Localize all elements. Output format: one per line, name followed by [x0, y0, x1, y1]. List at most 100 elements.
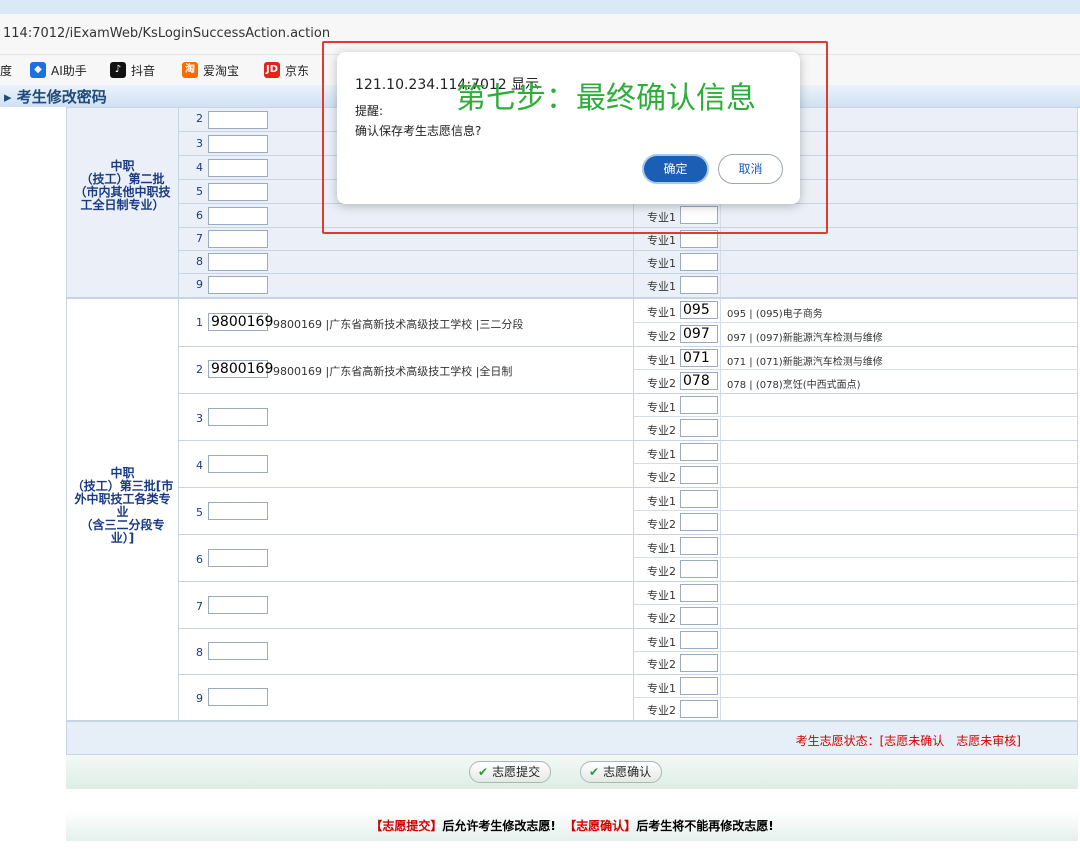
- school-code-input[interactable]: [208, 207, 268, 225]
- major-label: 专业1: [647, 542, 676, 555]
- divider: [720, 582, 721, 604]
- row-number: 6: [196, 553, 203, 566]
- school-code-input[interactable]: 9800169: [208, 313, 273, 331]
- divider: [720, 511, 721, 534]
- bookmark-douyin[interactable]: ♪ 抖音: [110, 61, 155, 79]
- major-code-input[interactable]: [680, 443, 718, 461]
- divider: [720, 464, 721, 487]
- left-gutter: [0, 107, 66, 862]
- major-code-input[interactable]: [680, 700, 718, 718]
- major-code-input[interactable]: [680, 253, 718, 271]
- school-code-input[interactable]: [208, 455, 268, 473]
- school-code-input[interactable]: [208, 642, 268, 660]
- major-code-input[interactable]: 097: [680, 325, 718, 343]
- row-number: 5: [196, 506, 203, 519]
- major-label: 专业2: [647, 518, 676, 531]
- major-code-input[interactable]: 078: [680, 372, 718, 390]
- note-submit-keyword: 【志愿提交】: [370, 819, 443, 833]
- major-code-input[interactable]: [680, 584, 718, 602]
- major-code-input[interactable]: [680, 631, 718, 649]
- school-code-input[interactable]: [208, 111, 268, 129]
- major-code-input[interactable]: 071: [680, 349, 718, 367]
- major-row: 专业2: [634, 698, 1078, 720]
- school-code-input[interactable]: [208, 159, 268, 177]
- page-title[interactable]: ▸ 考生修改密码: [4, 86, 107, 107]
- major-code-input[interactable]: [680, 607, 718, 625]
- school-code-input[interactable]: [208, 688, 268, 706]
- major-cell: 专业1 专业2: [633, 582, 1078, 628]
- major-desc: 095 | (095)电子商务: [727, 309, 823, 320]
- bookmark-ai-assistant[interactable]: ◆ AI助手: [30, 61, 87, 79]
- browser-top-strip: [0, 0, 1080, 14]
- major-label: 专业2: [647, 612, 676, 625]
- major-code-input[interactable]: [680, 560, 718, 578]
- major-label: 专业2: [647, 704, 676, 717]
- bookmark-jd[interactable]: JD 京东: [264, 61, 309, 79]
- major-row: 专业1: [634, 441, 1078, 464]
- major-cell: 专业1 专业2: [633, 441, 1078, 487]
- bookmark-label: AI助手: [51, 63, 87, 78]
- bookmark-aitaobao[interactable]: 淘 爱淘宝: [182, 61, 239, 79]
- school-code-input[interactable]: [208, 276, 268, 294]
- volunteer-status: 考生志愿状态：[志愿未确认 志愿未审核]: [795, 734, 1021, 748]
- major-label: 专业2: [647, 377, 676, 390]
- major-cell: 专业1: [633, 251, 1077, 273]
- table-row: 9 专业1: [179, 274, 1077, 297]
- table-row: 6 专业1 专业2: [179, 535, 1078, 582]
- check-icon: ✔: [478, 765, 489, 779]
- school-code-input[interactable]: [208, 230, 268, 248]
- major-code-input[interactable]: [680, 654, 718, 672]
- divider: [720, 605, 721, 628]
- major-label: 专业1: [647, 280, 676, 293]
- row-number: 2: [196, 112, 203, 125]
- major-code-input[interactable]: [680, 396, 718, 414]
- major-code-input[interactable]: [680, 419, 718, 437]
- row-number: 5: [196, 185, 203, 198]
- major-row: 专业2: [634, 652, 1078, 674]
- school-code-input[interactable]: [208, 135, 268, 153]
- ai-assistant-icon: ◆: [30, 62, 46, 78]
- table-row: 8 专业1: [179, 251, 1077, 274]
- note-confirm-text: 后考生将不能再修改志愿!: [636, 819, 774, 833]
- major-label: 专业1: [647, 354, 676, 367]
- major-code-input[interactable]: [680, 513, 718, 531]
- major-cell: 专业1: [633, 274, 1077, 297]
- school-code-input[interactable]: [208, 253, 268, 271]
- major-label: 专业1: [647, 682, 676, 695]
- confirm-volunteer-button[interactable]: ✔ 志愿确认: [580, 761, 663, 783]
- major-row: 专业2 078 078 | (078)烹饪(中西式面点): [634, 370, 1078, 393]
- bookmark-item[interactable]: 度: [0, 61, 12, 79]
- major-code-input[interactable]: 095: [680, 301, 718, 319]
- major-code-input[interactable]: [680, 466, 718, 484]
- row-number: 7: [196, 600, 203, 613]
- jd-icon: JD: [264, 62, 280, 78]
- school-code-input[interactable]: 9800169: [208, 360, 273, 378]
- url-text[interactable]: 114:7012/iExamWeb/KsLoginSuccessAction.a…: [3, 26, 330, 41]
- school-code-input[interactable]: [208, 502, 268, 520]
- bookmark-label: 度: [0, 63, 13, 78]
- divider: [720, 323, 721, 346]
- submit-volunteer-button[interactable]: ✔ 志愿提交: [469, 761, 552, 783]
- row-number: 3: [196, 412, 203, 425]
- school-code-input[interactable]: [208, 408, 268, 426]
- major-code-input[interactable]: [680, 276, 718, 294]
- major-code-input[interactable]: [680, 490, 718, 508]
- school-code-input[interactable]: [208, 183, 268, 201]
- page-title-text: 考生修改密码: [16, 88, 107, 106]
- divider: [720, 558, 721, 581]
- row-number: 4: [196, 161, 203, 174]
- aitaobao-icon: 淘: [182, 62, 198, 78]
- table-row: 7 专业1 专业2: [179, 582, 1078, 629]
- row-number: 8: [196, 646, 203, 659]
- school-code-input[interactable]: [208, 596, 268, 614]
- major-code-input[interactable]: [680, 677, 718, 695]
- table-row: 1 9800169 9800169 |广东省高新技术高级技工学校 |三二分段 专…: [179, 299, 1078, 347]
- major-row: 专业1: [634, 394, 1078, 417]
- highlight-box: [322, 41, 828, 234]
- major-cell: 专业1 专业2: [633, 488, 1078, 534]
- school-code-input[interactable]: [208, 549, 268, 567]
- divider: [720, 629, 721, 651]
- major-code-input[interactable]: [680, 537, 718, 555]
- table-row: 8 专业1 专业2: [179, 629, 1078, 675]
- divider: [720, 675, 721, 697]
